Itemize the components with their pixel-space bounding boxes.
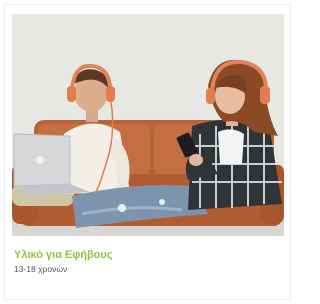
card-title-link[interactable]: Υλικό για Εφήβους (14, 249, 113, 261)
card-subtitle: 13-18 χρονών (14, 264, 68, 274)
category-card[interactable]: Υλικό για Εφήβους 13-18 χρονών (4, 4, 291, 300)
card-image[interactable] (12, 14, 284, 236)
